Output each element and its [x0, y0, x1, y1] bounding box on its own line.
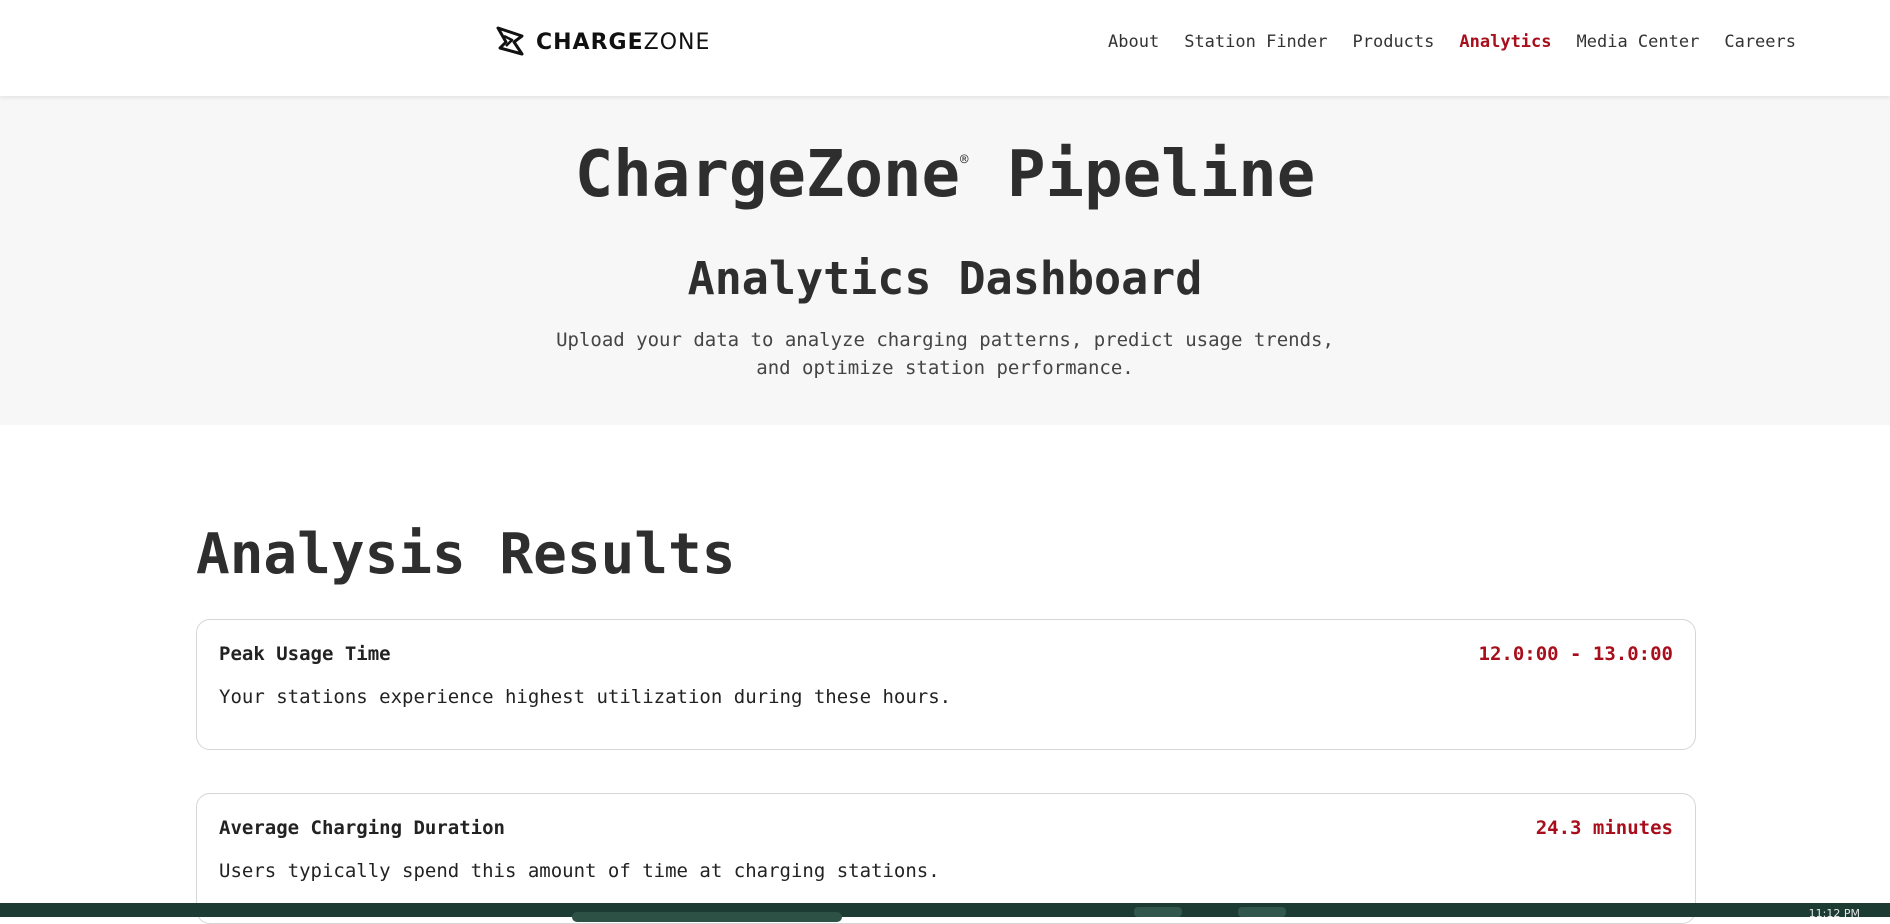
nav-careers[interactable]: Careers: [1724, 32, 1796, 52]
taskbar-app-icon[interactable]: [1134, 907, 1182, 917]
result-card-value: 24.3 minutes: [1535, 817, 1673, 839]
nav-about[interactable]: About: [1108, 32, 1159, 52]
result-card-description: Users typically spend this amount of tim…: [219, 860, 940, 882]
chargezone-logo-icon: [496, 26, 524, 56]
nav-station-finder[interactable]: Station Finder: [1184, 32, 1327, 52]
logo-wordmark: CHARGEZONE: [536, 30, 710, 55]
page-title: ChargeZone® Pipeline: [0, 138, 1890, 212]
result-card-description: Your stations experience highest utiliza…: [219, 686, 952, 708]
main-nav: About Station Finder Products Analytics …: [1108, 32, 1796, 52]
result-card-label: Peak Usage Time: [219, 643, 391, 665]
taskbar-clock[interactable]: 11:12 PM: [1809, 907, 1860, 920]
site-header: CHARGEZONE About Station Finder Products…: [0, 0, 1890, 96]
logo-wordmark-bold: CHARGE: [536, 29, 644, 55]
logo-wordmark-light: ZONE: [643, 29, 711, 55]
title-rest: Pipeline: [968, 138, 1316, 212]
hero-section: ChargeZone® Pipeline Analytics Dashboard…: [0, 96, 1890, 425]
hero-description: Upload your data to analyze charging pat…: [556, 329, 1334, 379]
result-card-value: 12.0:00 - 13.0:00: [1478, 643, 1673, 665]
taskbar-search-box[interactable]: [572, 912, 842, 922]
nav-media-center[interactable]: Media Center: [1577, 32, 1700, 52]
result-card-label: Average Charging Duration: [219, 817, 505, 839]
nav-analytics[interactable]: Analytics: [1459, 32, 1551, 52]
results-heading: Analysis Results: [196, 522, 736, 587]
page-subtitle: Analytics Dashboard: [687, 252, 1203, 305]
nav-products[interactable]: Products: [1353, 32, 1435, 52]
title-brand: ChargeZone: [574, 138, 961, 212]
taskbar-app-icon[interactable]: [1238, 907, 1286, 917]
os-taskbar: 11:12 PM: [0, 903, 1890, 922]
chargezone-logo[interactable]: CHARGEZONE: [492, 22, 710, 62]
result-card-peak-usage: Peak Usage Time 12.0:00 - 13.0:00 Your s…: [196, 619, 1696, 750]
